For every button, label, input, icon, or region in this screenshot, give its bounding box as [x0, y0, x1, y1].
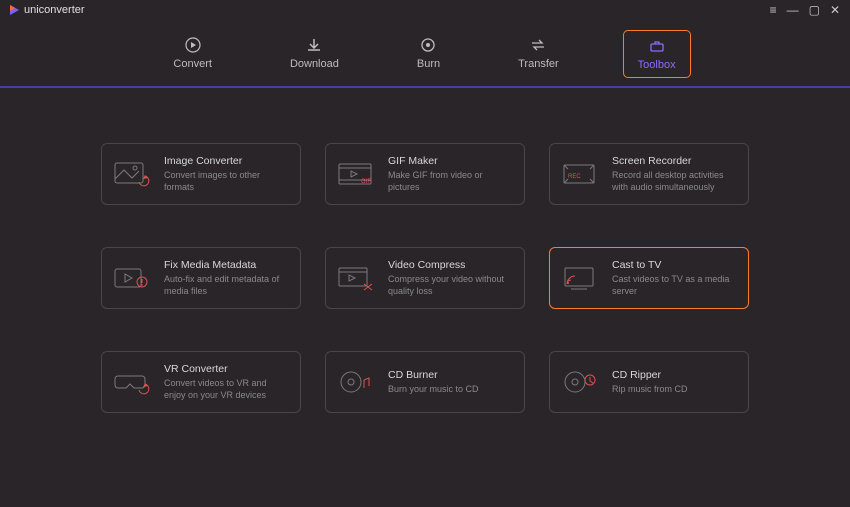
fix-media-metadata-icon	[112, 264, 152, 292]
logo-area: uniconverter	[10, 4, 85, 16]
screen-recorder-icon: REC	[560, 160, 600, 188]
gif-maker-icon: GIF	[336, 160, 376, 188]
card-desc: Make GIF from video or pictures	[388, 170, 514, 193]
card-title: VR Converter	[164, 363, 290, 375]
video-compress-icon	[336, 264, 376, 292]
card-title: Fix Media Metadata	[164, 259, 290, 271]
card-title: Video Compress	[388, 259, 514, 271]
nav-label: Transfer	[518, 58, 559, 70]
burn-icon	[419, 36, 437, 54]
nav-convert[interactable]: Convert	[159, 30, 226, 78]
card-title: Screen Recorder	[612, 155, 738, 167]
nav-download[interactable]: Download	[276, 30, 353, 78]
tool-vr-converter[interactable]: VR Converter Convert videos to VR and en…	[101, 351, 301, 413]
card-title: GIF Maker	[388, 155, 514, 167]
card-desc: Convert images to other formats	[164, 170, 290, 193]
tool-cd-burner[interactable]: CD Burner Burn your music to CD	[325, 351, 525, 413]
cd-burner-icon	[336, 368, 376, 396]
nav-toolbox[interactable]: Toolbox	[623, 30, 691, 78]
nav-label: Burn	[417, 58, 440, 70]
menu-icon[interactable]: ≡	[770, 3, 777, 17]
tool-fix-media-metadata[interactable]: Fix Media Metadata Auto-fix and edit met…	[101, 247, 301, 309]
convert-icon	[184, 36, 202, 54]
svg-text:GIF: GIF	[361, 179, 371, 185]
tool-screen-recorder[interactable]: REC Screen Recorder Record all desktop a…	[549, 143, 749, 205]
tool-video-compress[interactable]: Video Compress Compress your video witho…	[325, 247, 525, 309]
nav-label: Convert	[173, 58, 212, 70]
card-title: CD Ripper	[612, 369, 688, 381]
card-title: CD Burner	[388, 369, 479, 381]
card-desc: Cast videos to TV as a media server	[612, 274, 738, 297]
main-nav: Convert Download Burn Transfer Toolbox	[0, 20, 850, 88]
card-desc: Compress your video without quality loss	[388, 274, 514, 297]
download-icon	[305, 36, 323, 54]
card-desc: Convert videos to VR and enjoy on your V…	[164, 378, 290, 401]
maximize-button[interactable]: ▢	[809, 3, 820, 17]
cast-to-tv-icon	[560, 264, 600, 292]
card-title: Cast to TV	[612, 259, 738, 271]
card-desc: Burn your music to CD	[388, 384, 479, 395]
nav-burn[interactable]: Burn	[403, 30, 454, 78]
image-converter-icon	[112, 160, 152, 188]
tool-cast-to-tv[interactable]: Cast to TV Cast videos to TV as a media …	[549, 247, 749, 309]
nav-transfer[interactable]: Transfer	[504, 30, 573, 78]
tool-cd-ripper[interactable]: CD Ripper Rip music from CD	[549, 351, 749, 413]
titlebar: uniconverter ≡ — ▢ ✕	[0, 0, 850, 20]
toolbox-icon	[648, 37, 666, 55]
tool-gif-maker[interactable]: GIF GIF Maker Make GIF from video or pic…	[325, 143, 525, 205]
toolbox-grid: Image Converter Convert images to other …	[0, 143, 850, 413]
close-button[interactable]: ✕	[830, 3, 840, 17]
card-title: Image Converter	[164, 155, 290, 167]
nav-label: Toolbox	[638, 59, 676, 71]
card-desc: Record all desktop activities with audio…	[612, 170, 738, 193]
window-controls: ≡ — ▢ ✕	[770, 3, 840, 17]
svg-text:REC: REC	[568, 174, 581, 180]
minimize-button[interactable]: —	[787, 3, 799, 17]
cd-ripper-icon	[560, 368, 600, 396]
vr-converter-icon	[112, 368, 152, 396]
app-logo-icon	[10, 5, 19, 15]
transfer-icon	[529, 36, 547, 54]
card-desc: Auto-fix and edit metadata of media file…	[164, 274, 290, 297]
tool-image-converter[interactable]: Image Converter Convert images to other …	[101, 143, 301, 205]
card-desc: Rip music from CD	[612, 384, 688, 395]
nav-label: Download	[290, 58, 339, 70]
app-name: uniconverter	[24, 4, 85, 16]
